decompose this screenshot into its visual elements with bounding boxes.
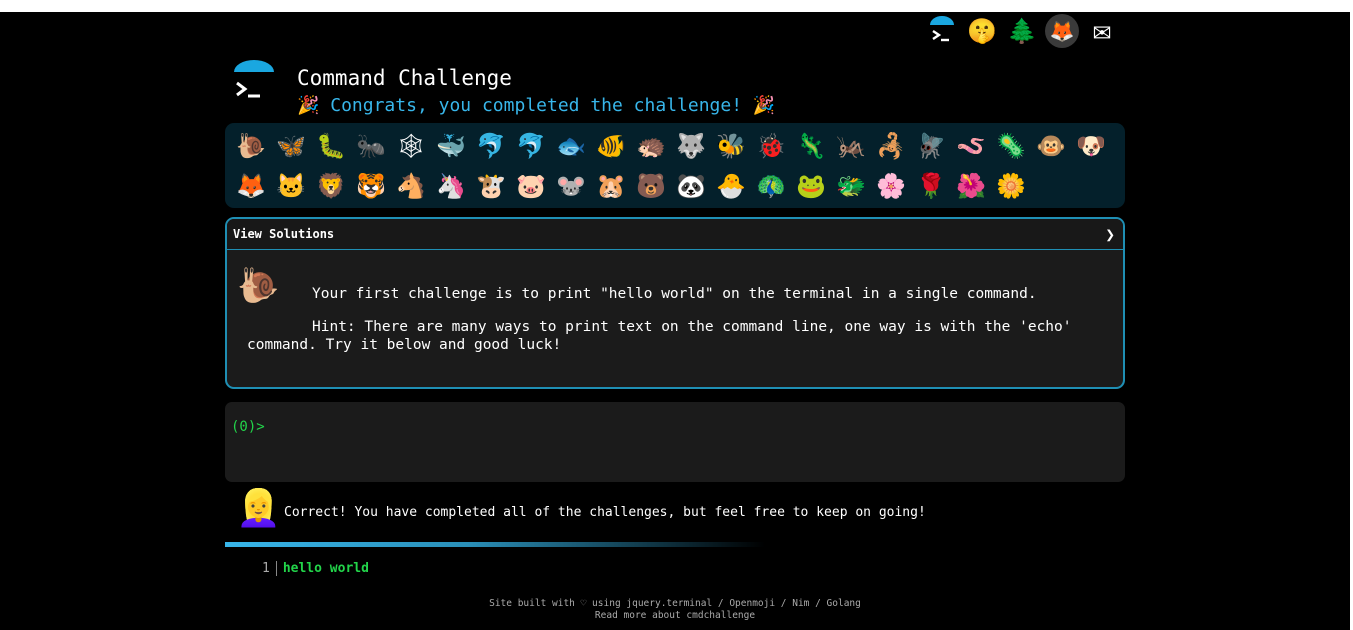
challenge-emoji-icon[interactable]: 🌸 xyxy=(871,167,911,205)
challenge-emoji-icon[interactable]: 🦠 xyxy=(991,127,1031,165)
challenge-emoji-icon[interactable]: 🐭 xyxy=(551,167,591,205)
challenge-emoji-icon[interactable]: 🐜 xyxy=(351,127,391,165)
emoji-row: 🦊 🐱 🦁 🐯 🐴 🦄 🐮 🐷 🐭 🐹 🐻 🐼 🐣 🦚 🐸 🐲 🌸 🌹 🌺 🌼 xyxy=(231,167,1031,205)
challenge-emoji-icon[interactable]: 🐷 xyxy=(511,167,551,205)
top-nav: 🤫 🌲 🦊 ✉ xyxy=(925,14,1119,48)
footer-credits: Site built with ♡ using jquery.terminal … xyxy=(489,598,861,609)
challenge-emoji-icon[interactable]: 🐠 xyxy=(591,127,631,165)
shush-link[interactable]: 🤫 xyxy=(965,14,999,48)
feedback-message: Correct! You have completed all of the c… xyxy=(284,505,926,520)
challenge-emoji-icon[interactable]: 🌼 xyxy=(991,167,1031,205)
terminal-input[interactable]: (0)> xyxy=(225,402,1125,482)
challenge-text: Your first challenge is to print "hello … xyxy=(312,286,1037,302)
footer: Site built with ♡ using jquery.terminal … xyxy=(225,598,1125,622)
tree-link[interactable]: 🌲 xyxy=(1005,14,1039,48)
challenge-emoji-icon[interactable]: 🐮 xyxy=(471,167,511,205)
tree-icon: 🌲 xyxy=(1007,17,1037,45)
output-line: 1 hello world xyxy=(262,561,369,576)
challenge-emoji-icon[interactable]: 🦂 xyxy=(871,127,911,165)
challenge-emoji-icon[interactable]: 🌺 xyxy=(951,167,991,205)
read-more-link[interactable]: Read more about cmdchallenge xyxy=(225,610,1125,622)
view-solutions-label: View Solutions xyxy=(233,227,335,241)
challenge-emoji-icon[interactable]: 🦄 xyxy=(431,167,471,205)
shushing-face-icon: 🤫 xyxy=(967,17,997,45)
challenge-emoji-icon[interactable]: 🐬 xyxy=(511,127,551,165)
woman-avatar-icon: 👱‍♀️ xyxy=(236,488,281,529)
page-title: Command Challenge xyxy=(297,66,512,90)
challenge-emoji-icon[interactable]: 🐹 xyxy=(591,167,631,205)
challenge-emoji-icon[interactable]: 🪰 xyxy=(911,127,951,165)
challenge-emoji-icon[interactable]: 🐌 xyxy=(231,127,271,165)
challenge-emoji-icon[interactable]: 🐻 xyxy=(631,167,671,205)
view-solutions-header[interactable]: View Solutions ❯ xyxy=(227,219,1123,250)
line-number: 1 xyxy=(262,561,277,576)
challenge-card: View Solutions ❯ 🐌 Your first challenge … xyxy=(225,217,1125,389)
challenge-emoji-icon[interactable]: 🦚 xyxy=(751,167,791,205)
challenge-emoji-icon[interactable]: 🐵 xyxy=(1031,127,1071,165)
output-text: hello world xyxy=(282,561,369,576)
challenge-emoji-icon[interactable]: 🐣 xyxy=(711,167,751,205)
gitlab-link[interactable]: 🦊 xyxy=(1045,14,1079,48)
challenge-emoji-icon[interactable]: 🪱 xyxy=(951,127,991,165)
challenge-emoji-icon[interactable]: 🦋 xyxy=(271,127,311,165)
challenge-emoji-icon[interactable]: 🐲 xyxy=(831,167,871,205)
challenge-emoji-icon[interactable]: 🐛 xyxy=(311,127,351,165)
challenge-emoji-icon[interactable]: 🐟 xyxy=(551,127,591,165)
challenge-hint: Hint: There are many ways to print text … xyxy=(247,319,1072,353)
challenge-emoji-icon[interactable]: 🐬 xyxy=(471,127,511,165)
challenge-emoji-icon[interactable]: 🦁 xyxy=(311,167,351,205)
challenge-emoji-icon[interactable]: 🦗 xyxy=(831,127,871,165)
challenge-emoji-icon[interactable]: 🐳 xyxy=(431,127,471,165)
chevron-right-icon[interactable]: ❯ xyxy=(1105,225,1115,244)
challenge-emoji-icon[interactable]: 🐸 xyxy=(791,167,831,205)
terminal-icon xyxy=(930,16,954,42)
challenge-emoji-icon[interactable]: 🐺 xyxy=(671,127,711,165)
progress-bar xyxy=(225,542,765,547)
challenge-emoji-icon[interactable]: 🌹 xyxy=(911,167,951,205)
emoji-row: 🐌 🦋 🐛 🐜 🕸 🐳 🐬 🐬 🐟 🐠 🦔 🐺 🐝 🐞 🦎 🦗 🦂 🪰 🪱 🦠 🐵 🐶 xyxy=(231,127,1111,165)
challenge-emoji-icon[interactable]: 🐶 xyxy=(1071,127,1111,165)
challenge-emoji-icon[interactable]: 🐱 xyxy=(271,167,311,205)
challenge-emoji-icon[interactable]: 🐯 xyxy=(351,167,391,205)
challenge-emoji-icon[interactable]: 🐴 xyxy=(391,167,431,205)
terminal-link[interactable] xyxy=(925,14,959,48)
challenge-emoji-icon[interactable]: 🐼 xyxy=(671,167,711,205)
challenge-emoji-icon[interactable]: 🦎 xyxy=(791,127,831,165)
challenge-emoji-icon[interactable]: 🦊 xyxy=(231,167,271,205)
challenge-emoji-icon[interactable]: 🐞 xyxy=(751,127,791,165)
terminal-prompt: (0)> xyxy=(231,419,265,435)
challenge-emoji-icon[interactable]: 🐝 xyxy=(711,127,751,165)
browser-top-strip xyxy=(0,0,1353,12)
page-subtitle: 🎉 Congrats, you completed the challenge!… xyxy=(297,95,776,116)
mail-icon: ✉ xyxy=(1092,13,1112,48)
challenge-progress-panel: 🐌 🦋 🐛 🐜 🕸 🐳 🐬 🐬 🐟 🐠 🦔 🐺 🐝 🐞 🦎 🦗 🦂 🪰 🪱 🦠 🐵 🐶 🦊 🐱 🦁 🐯 🐴 🦄 🐮 🐷 🐭 🐹 🐻 🐼 🐣 🦚 🐸 🐲 🌸… xyxy=(225,123,1125,208)
challenge-emoji-icon[interactable]: 🕸 xyxy=(391,127,431,165)
gitlab-icon: 🦊 xyxy=(1049,19,1075,43)
logo-icon xyxy=(234,60,274,98)
challenge-description: Your first challenge is to print "hello … xyxy=(247,285,1107,369)
mail-link[interactable]: ✉ xyxy=(1085,14,1119,48)
challenge-emoji-icon[interactable]: 🦔 xyxy=(631,127,671,165)
